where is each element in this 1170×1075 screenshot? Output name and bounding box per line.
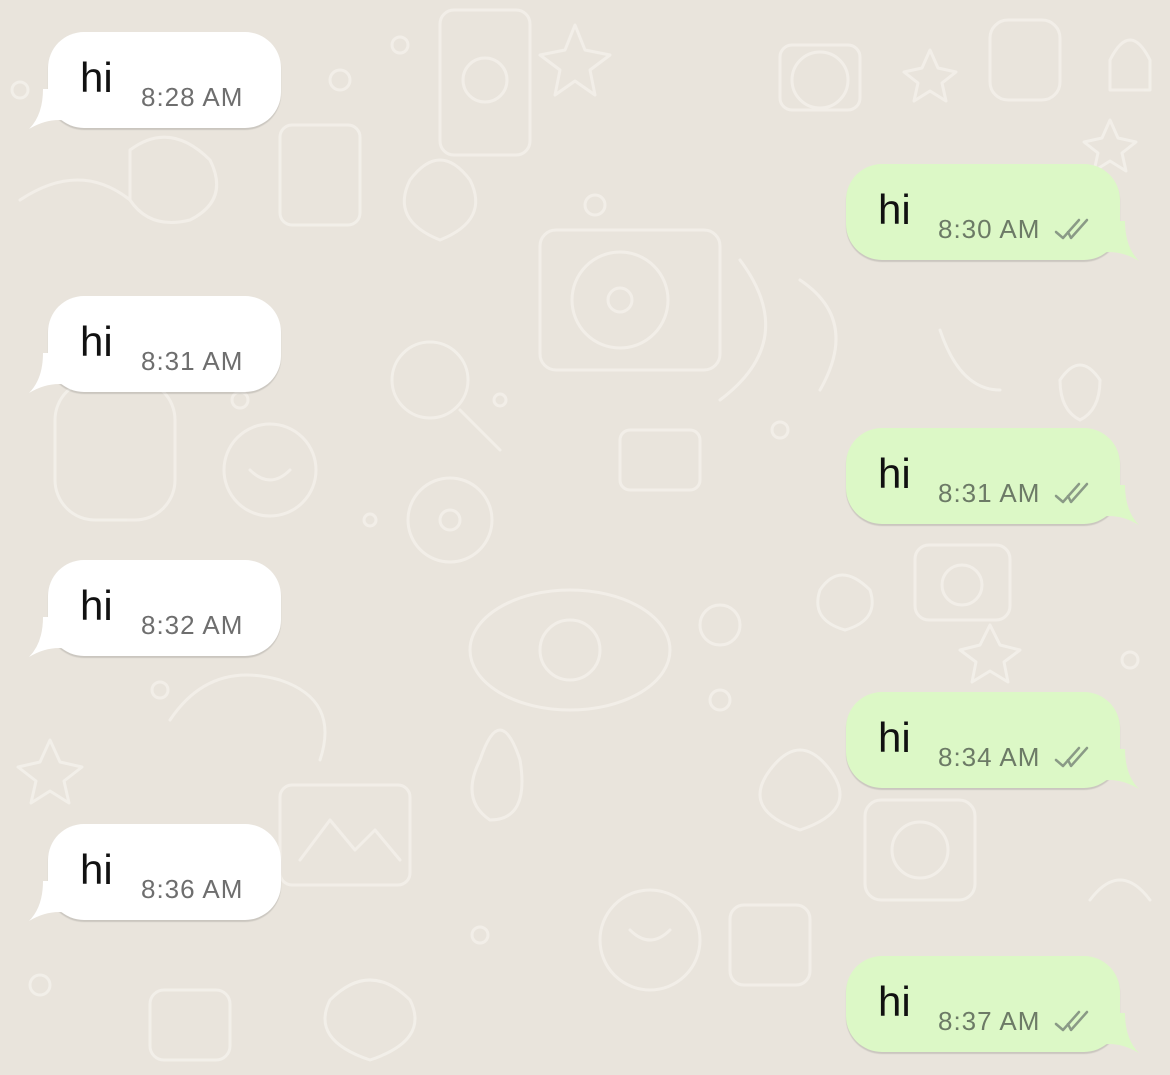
bubble-tail (1099, 485, 1139, 525)
message-text: hi (80, 582, 113, 629)
incoming-message[interactable]: hi 8:32 AM (29, 560, 281, 657)
bubble-tail (1099, 221, 1139, 261)
message-timestamp: 8:34 AM (938, 742, 1041, 772)
message-text: hi (878, 450, 911, 497)
double-check-icon (1054, 218, 1089, 240)
message-text: hi (878, 186, 911, 233)
outgoing-message[interactable]: hi 8:34 AM (846, 692, 1139, 789)
bubble-tail (29, 617, 69, 657)
message-timestamp: 8:30 AM (938, 214, 1041, 244)
outgoing-message[interactable]: hi 8:30 AM (846, 164, 1139, 261)
message-timestamp: 8:36 AM (141, 874, 244, 904)
incoming-message[interactable]: hi 8:28 AM (29, 32, 281, 129)
bubble-tail (1099, 749, 1139, 789)
bubble-tail (29, 89, 69, 129)
bubble-tail (29, 881, 69, 921)
incoming-message[interactable]: hi 8:36 AM (29, 824, 281, 921)
bubble-tail (29, 353, 69, 393)
message-timestamp: 8:31 AM (938, 478, 1041, 508)
message-text: hi (80, 846, 113, 893)
message-timestamp: 8:28 AM (141, 82, 244, 112)
incoming-message[interactable]: hi 8:31 AM (29, 296, 281, 393)
message-text: hi (80, 54, 113, 101)
chat-message-list: hi 8:28 AM hi 8:30 AM hi 8:31 AM hi 8:31… (0, 0, 1170, 1075)
message-text: hi (878, 978, 911, 1025)
bubble-tail (1099, 1013, 1139, 1053)
message-timestamp: 8:31 AM (141, 346, 244, 376)
outgoing-message[interactable]: hi 8:31 AM (846, 428, 1139, 525)
double-check-icon (1054, 1010, 1089, 1032)
message-text: hi (80, 318, 113, 365)
message-timestamp: 8:37 AM (938, 1006, 1041, 1036)
message-timestamp: 8:32 AM (141, 610, 244, 640)
double-check-icon (1054, 482, 1089, 504)
message-text: hi (878, 714, 911, 761)
outgoing-message[interactable]: hi 8:37 AM (846, 956, 1139, 1053)
double-check-icon (1054, 746, 1089, 768)
